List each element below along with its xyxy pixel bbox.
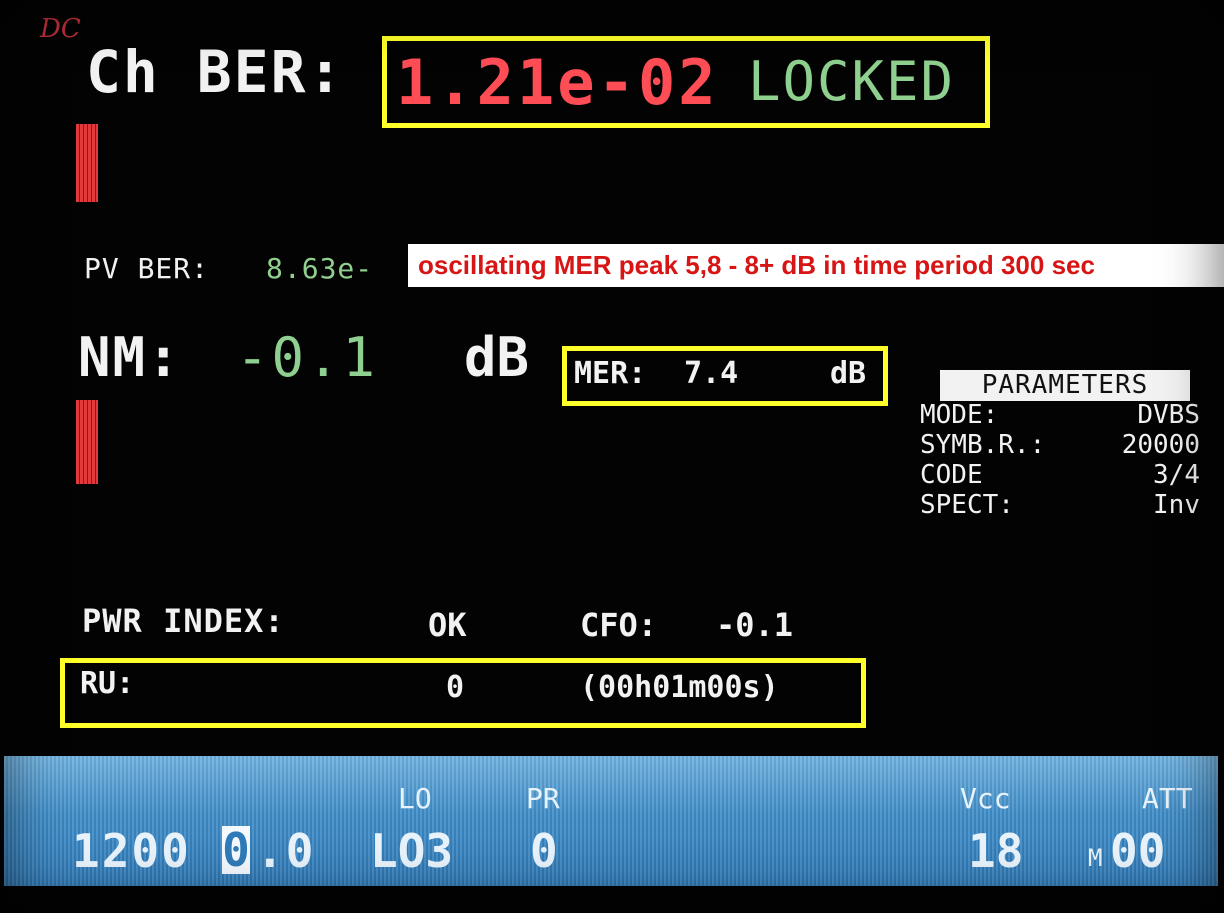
param-key: SYMB.R.:	[920, 430, 1046, 460]
vcc-label: Vcc	[960, 782, 1011, 815]
nm-level-bar	[76, 400, 98, 484]
param-row-symbol-rate: SYMB.R.: 20000	[920, 430, 1200, 460]
param-key: MODE:	[920, 400, 999, 430]
lo-value: LO3	[370, 824, 454, 878]
mer-value: 7.4	[684, 356, 739, 391]
ber-level-bar	[76, 124, 98, 202]
nm-value: -0.1	[236, 326, 379, 389]
lock-status: LOCKED	[748, 50, 956, 113]
ch-ber-label: Ch BER:	[86, 38, 345, 106]
ch-ber-value: 1.21e-02	[396, 46, 719, 119]
frequency-suffix: .0	[256, 824, 316, 878]
att-mode: M	[1088, 844, 1103, 872]
param-key: SPECT:	[920, 490, 1014, 520]
cfo-label: CFO:	[580, 606, 658, 644]
pv-ber-value: 8.63e-	[266, 252, 374, 285]
dc-label: DC	[40, 14, 81, 44]
frequency-prefix: 1200	[72, 824, 191, 878]
param-value: 20000	[1121, 430, 1200, 460]
nm-label: NM:	[78, 326, 182, 389]
param-row-code: CODE 3/4	[920, 460, 1200, 490]
cfo-value: -0.1	[716, 606, 794, 644]
ru-value: 0	[446, 670, 465, 705]
meter-screen: DC Ch BER: 1.21e-02 LOCKED PV BER: 8.63e…	[0, 0, 1224, 913]
pr-value: 0	[530, 824, 558, 878]
frequency-cursor-digit[interactable]: 0	[222, 826, 250, 874]
param-row-spectrum: SPECT: Inv	[920, 490, 1200, 520]
parameters-title: PARAMETERS	[940, 370, 1190, 401]
mer-label: MER:	[574, 356, 647, 391]
lo-label: LO	[398, 782, 432, 815]
pr-label: PR	[526, 782, 560, 815]
param-key: CODE	[920, 460, 983, 490]
vcc-value: 18	[968, 824, 1024, 878]
att-label: ATT	[1142, 782, 1193, 815]
nm-unit: dB	[464, 326, 530, 389]
pwr-index-label: PWR INDEX:	[82, 602, 285, 640]
param-row-mode: MODE: DVBS	[920, 400, 1200, 430]
param-value: DVBS	[1137, 400, 1200, 430]
pwr-index-value: OK	[428, 606, 467, 644]
att-value: 00	[1110, 824, 1166, 878]
annotation-caption: oscillating MER peak 5,8 - 8+ dB in time…	[408, 244, 1224, 287]
mer-unit: dB	[830, 356, 867, 391]
ru-label: RU:	[80, 666, 135, 701]
param-value: Inv	[1153, 490, 1200, 520]
param-value: 3/4	[1153, 460, 1200, 490]
ru-elapsed-time: (00h01m00s)	[580, 670, 779, 705]
pv-ber-label: PV BER:	[84, 252, 210, 285]
